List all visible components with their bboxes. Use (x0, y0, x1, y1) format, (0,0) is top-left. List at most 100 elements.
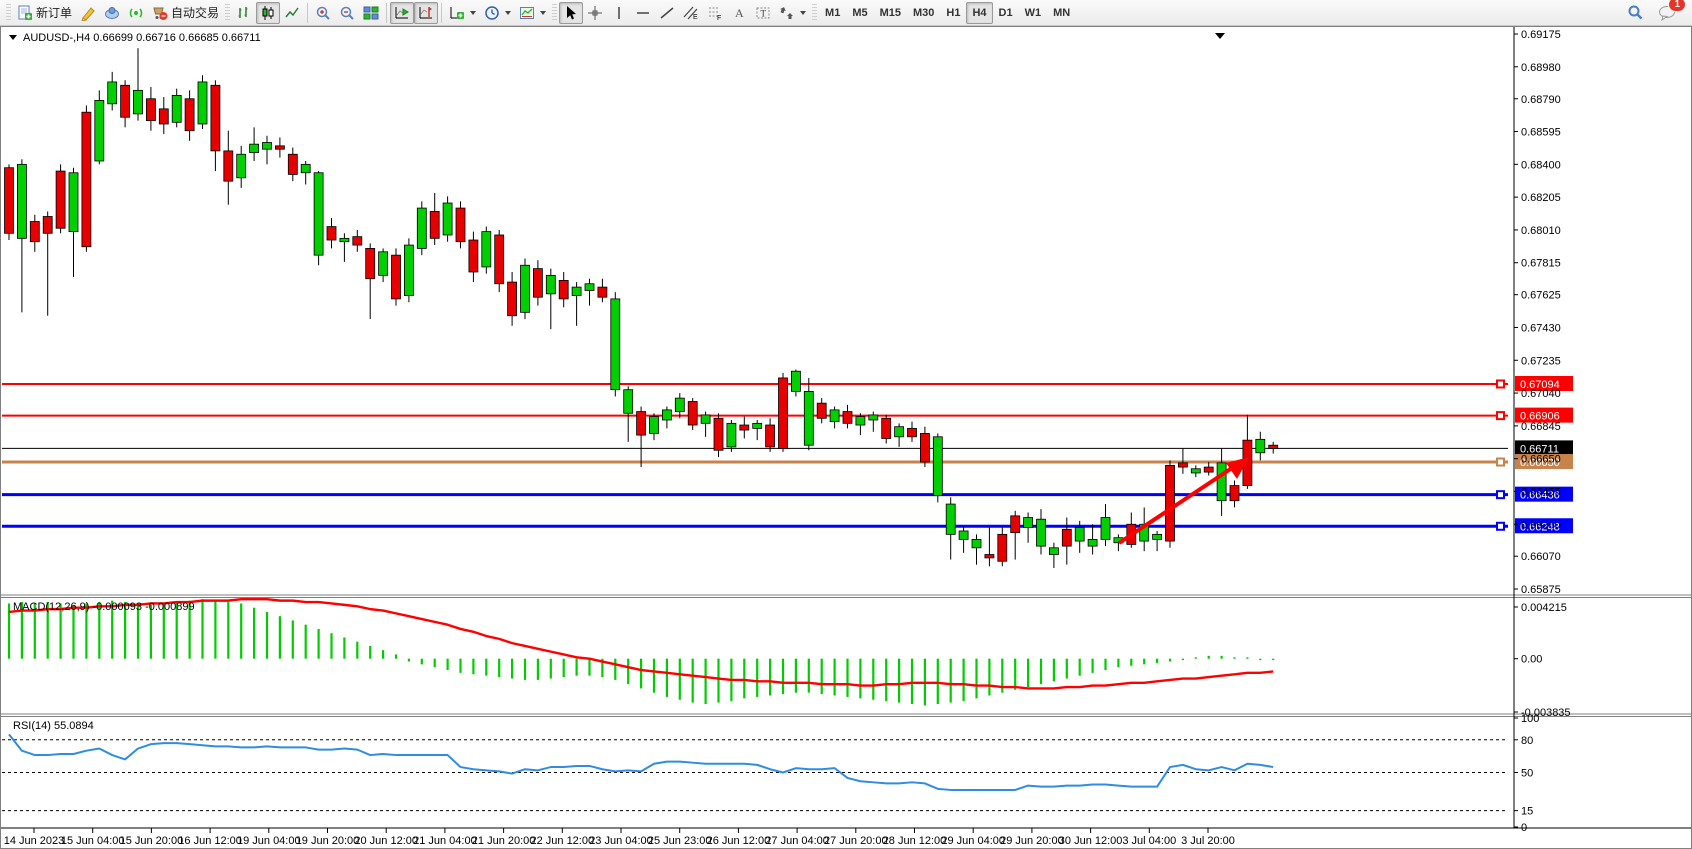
autotrade-button[interactable]: 自动交易 (148, 2, 223, 24)
candle (920, 427, 929, 467)
candle (727, 420, 736, 452)
candle (263, 136, 272, 165)
chart-shift-button[interactable] (414, 2, 438, 24)
autotrade-label: 自动交易 (171, 4, 219, 21)
time-axis-label: 26 Jun 12:00 (707, 835, 771, 847)
trendline-button[interactable] (655, 2, 679, 24)
crosshair-icon (587, 5, 603, 21)
crayon-button[interactable] (76, 2, 100, 24)
candle (340, 233, 349, 262)
candle (1153, 531, 1162, 551)
line-chart-button[interactable] (280, 2, 304, 24)
candle (714, 413, 723, 457)
price-axis-label: 0.67235 (1521, 355, 1561, 367)
candle (650, 413, 659, 440)
price-axis-label: 0.67430 (1521, 322, 1561, 334)
candle (288, 148, 297, 182)
candle (495, 230, 504, 292)
fibonacci-button[interactable]: F (703, 2, 727, 24)
toolbar-drag-handle[interactable] (812, 4, 817, 22)
text-label-button[interactable]: T (751, 2, 775, 24)
fibonacci-icon: F (707, 5, 723, 21)
candle (779, 373, 788, 452)
candle (443, 196, 452, 241)
bar-chart-button[interactable] (232, 2, 256, 24)
time-axis-label: 29 Jun 04:00 (941, 835, 1005, 847)
timeframe-mn-button[interactable]: MN (1047, 2, 1076, 24)
trend-arrow-annotation[interactable] (1119, 457, 1249, 543)
search-button[interactable] (1623, 2, 1648, 24)
time-axis-label: 30 Jun 12:00 (1059, 835, 1123, 847)
arrows-dropdown-caret[interactable] (800, 11, 806, 15)
price-axis-label: 0.68980 (1521, 62, 1561, 74)
candle (134, 48, 143, 120)
timeframe-m15-button[interactable]: M15 (874, 2, 907, 24)
candle (172, 89, 181, 128)
rsi-indicator-label: RSI(14) 55.0894 (13, 720, 94, 732)
candle (1101, 504, 1110, 546)
time-axis-label: 19 Jun 20:00 (296, 835, 360, 847)
candle (456, 201, 465, 248)
candle (624, 386, 633, 442)
timeframe-h4-button[interactable]: H4 (966, 2, 992, 24)
time-axis-label: 27 Jun 20:00 (824, 835, 888, 847)
time-axis-label: 14 Jun 2023 (4, 835, 65, 847)
svg-text:A: A (735, 6, 744, 20)
periods-dropdown-caret[interactable] (505, 11, 511, 15)
autoscroll-icon (394, 5, 410, 21)
candle (314, 171, 323, 265)
arrows-button[interactable] (775, 2, 810, 24)
periods-button[interactable] (480, 2, 515, 24)
zoom-in-button[interactable] (311, 2, 335, 24)
chart-canvas[interactable]: 0.670940.669060.667110.666300.664360.662… (1, 27, 1691, 848)
signal-button[interactable] (124, 2, 148, 24)
vertical-line-button[interactable] (607, 2, 631, 24)
toolbar-drag-handle[interactable] (225, 4, 230, 22)
timeframe-group: M1M5M15M30H1H4D1W1MN (819, 0, 1076, 26)
candle (69, 168, 78, 277)
tile-windows-button[interactable] (359, 2, 383, 24)
cloud-button[interactable] (100, 2, 124, 24)
timeframe-h1-button[interactable]: H1 (940, 2, 966, 24)
templates-button[interactable] (515, 2, 550, 24)
bar-chart-icon (236, 5, 252, 21)
equidistant-channel-button[interactable]: E (679, 2, 703, 24)
crosshair-button[interactable] (583, 2, 607, 24)
candlestick-chart-button[interactable] (256, 2, 280, 24)
timeframe-m30-button[interactable]: M30 (907, 2, 940, 24)
indicators-button[interactable] (445, 2, 480, 24)
horizontal-line-button[interactable] (631, 2, 655, 24)
candle (843, 405, 852, 429)
candle (869, 412, 878, 432)
timeframe-m5-button[interactable]: M5 (846, 2, 873, 24)
new-order-button[interactable]: 新订单 (13, 2, 76, 24)
candle (856, 413, 865, 435)
toolbar-drag-handle[interactable] (6, 4, 11, 22)
candle (185, 90, 194, 140)
time-axis-label: 3 Jul 20:00 (1181, 835, 1235, 847)
crayon-icon (80, 5, 96, 21)
toolbar-drag-handle[interactable] (552, 4, 557, 22)
timeframe-m1-button[interactable]: M1 (819, 2, 846, 24)
cloud-icon (104, 5, 120, 21)
autoscroll-button[interactable] (390, 2, 414, 24)
text-button[interactable]: A (727, 2, 751, 24)
candle (1037, 509, 1046, 554)
cursor-button[interactable] (559, 2, 583, 24)
candle (404, 238, 413, 302)
candle (1062, 518, 1071, 565)
candlestick-chart-icon (260, 5, 276, 21)
chat-button[interactable]: 1 (1654, 2, 1680, 24)
timeframe-w1-button[interactable]: W1 (1019, 2, 1048, 24)
zoom-out-button[interactable] (335, 2, 359, 24)
candle (353, 230, 362, 252)
indicators-dropdown-caret[interactable] (470, 11, 476, 15)
timeframe-d1-button[interactable]: D1 (993, 2, 1019, 24)
candle (198, 75, 207, 129)
templates-dropdown-caret[interactable] (540, 11, 546, 15)
candle (882, 415, 891, 444)
candle (56, 164, 65, 233)
candle (753, 420, 762, 440)
price-axis-label: 0.68595 (1521, 127, 1561, 139)
time-axis-label: 15 Jun 04:00 (61, 835, 125, 847)
